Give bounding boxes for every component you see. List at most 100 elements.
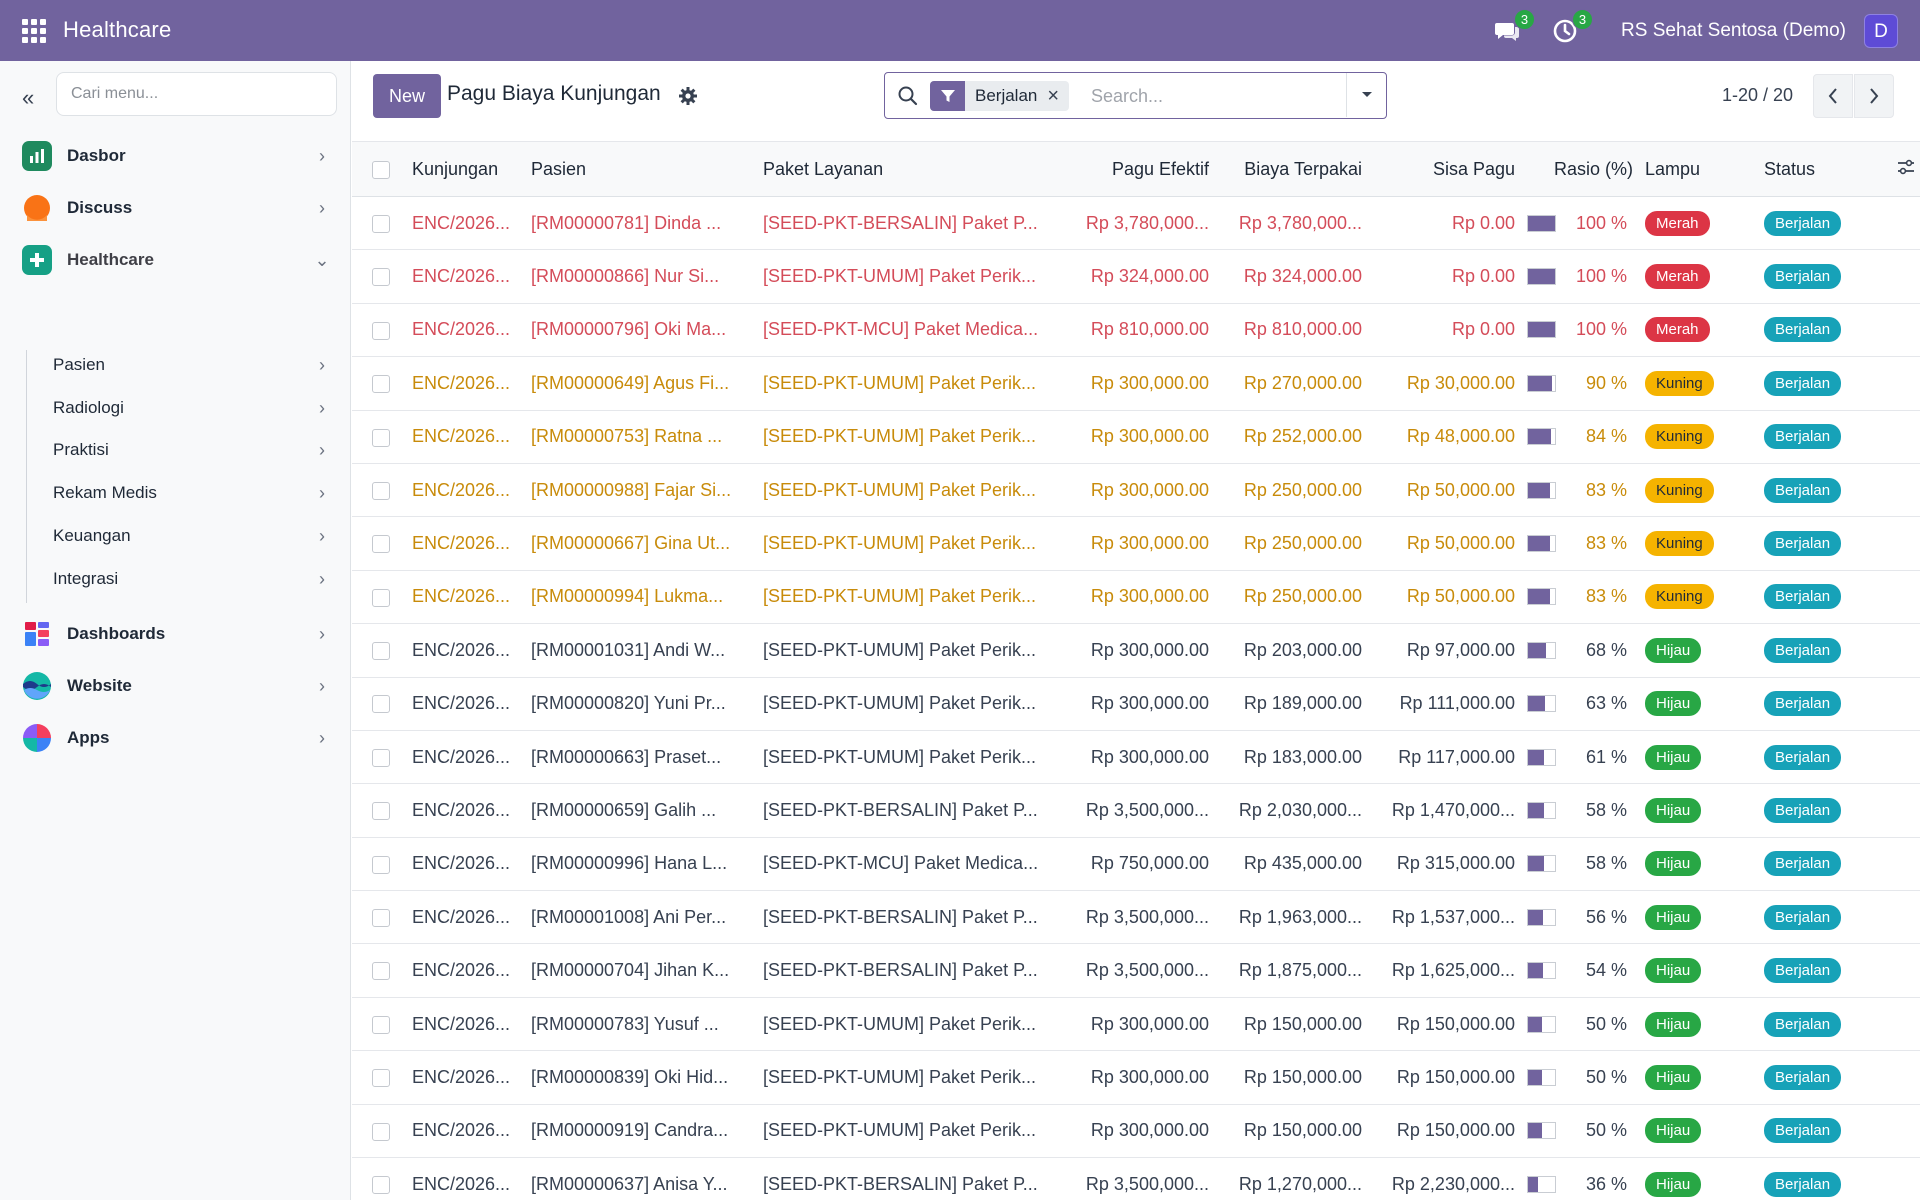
table-row[interactable]: ENC/2026... [RM00000663] Praset... [SEED-P… xyxy=(352,730,1920,784)
row-checkbox[interactable] xyxy=(372,588,390,607)
col-header-rasio[interactable]: Rasio (%) xyxy=(1521,142,1639,197)
col-header-sisa[interactable]: Sisa Pagu xyxy=(1368,142,1521,197)
company-switcher[interactable]: RS Sehat Sentosa (Demo) xyxy=(1621,20,1846,42)
table-row[interactable]: ENC/2026... [RM00000820] Yuni Pr... [SEED-… xyxy=(352,677,1920,731)
table-row[interactable]: ENC/2026... [RM00000704] Jihan K... [SEED-… xyxy=(352,944,1920,998)
cell-status: Berjalan xyxy=(1758,784,1890,837)
ratio-wrapper: 61 % xyxy=(1527,747,1633,768)
cell-biaya: Rp 1,270,000... xyxy=(1238,1173,1362,1194)
col-header-biaya[interactable]: Biaya Terpakai xyxy=(1215,142,1368,197)
col-header-pasien[interactable]: Pasien xyxy=(525,142,757,197)
app-grid-icon[interactable] xyxy=(22,19,46,43)
sidebar-subitem-integrasi[interactable]: Integrasi › xyxy=(53,561,332,597)
col-header-lampu[interactable]: Lampu xyxy=(1639,142,1758,197)
row-select-cell xyxy=(352,837,406,890)
cell-pagu: Rp 300,000.00 xyxy=(1090,693,1209,714)
cell-pasien: [RM00000659] Galih ... xyxy=(531,799,717,820)
search-options-toggle[interactable] xyxy=(1347,73,1386,117)
sidebar-item-label: Dashboards xyxy=(67,624,166,643)
cell-status: Berjalan xyxy=(1758,250,1890,303)
sidebar-subitem-radiologi[interactable]: Radiologi › xyxy=(53,390,332,426)
cell-pasien: [RM00000753] Ratna ... xyxy=(531,426,723,447)
row-checkbox[interactable] xyxy=(372,748,390,767)
table-row[interactable]: ENC/2026... [RM00000866] Nur Si... [SEED-P… xyxy=(352,250,1920,304)
col-header-status[interactable]: Status xyxy=(1758,142,1890,197)
sidebar-subitem-keuangan[interactable]: Keuangan › xyxy=(53,518,332,554)
select-all-checkbox[interactable] xyxy=(372,160,390,179)
new-record-button[interactable]: New xyxy=(373,74,441,118)
row-checkbox[interactable] xyxy=(372,1122,390,1141)
gear-icon[interactable] xyxy=(677,85,699,107)
sidebar-item-healthcare[interactable]: Healthcare ⌄ xyxy=(22,240,332,280)
sidebar-item-discuss[interactable]: Discuss › xyxy=(22,188,332,228)
chevron-right-icon: › xyxy=(319,568,325,589)
table-row[interactable]: ENC/2026... [RM00001008] Ani Per... [SEED-… xyxy=(352,891,1920,944)
row-checkbox[interactable] xyxy=(372,481,390,500)
sidebar-subitem-rekam-medis[interactable]: Rekam Medis › xyxy=(53,475,332,511)
cell-spacer xyxy=(1890,944,1920,997)
row-checkbox[interactable] xyxy=(372,695,390,714)
cell-rasio: 50 % xyxy=(1521,1051,1639,1104)
sidebar-subitem-pasien[interactable]: Pasien › xyxy=(53,347,332,383)
table-row[interactable]: ENC/2026... [RM00000996] Hana L... [SEED-P… xyxy=(352,837,1920,891)
row-checkbox[interactable] xyxy=(372,535,390,554)
col-header-paket[interactable]: Paket Layanan xyxy=(757,142,1062,197)
app-brand[interactable]: Healthcare xyxy=(63,17,171,43)
collapse-sidebar-icon[interactable]: « xyxy=(22,85,34,111)
sidebar-item-website[interactable]: Website › xyxy=(22,666,332,706)
row-checkbox[interactable] xyxy=(372,1175,390,1194)
cell-biaya: Rp 435,000.00 xyxy=(1243,853,1362,874)
table-row[interactable]: ENC/2026... [RM00000994] Lukma... [SEED-PK… xyxy=(352,570,1920,624)
row-checkbox[interactable] xyxy=(372,855,390,874)
table-row[interactable]: ENC/2026... [RM00000796] Oki Ma... [SEED-P… xyxy=(352,303,1920,357)
status-badge: Berjalan xyxy=(1764,744,1842,770)
table-row[interactable]: ENC/2026... [RM00000659] Galih ... [SEED-P… xyxy=(352,784,1920,838)
sidebar-item-apps[interactable]: Apps › xyxy=(22,718,332,758)
chat-icon[interactable]: 3 xyxy=(1493,8,1536,45)
table-row[interactable]: ENC/2026... [RM00000781] Dinda ... [SEED-P… xyxy=(352,197,1920,250)
cell-biaya: Rp 183,000.00 xyxy=(1243,746,1362,767)
table-row[interactable]: ENC/2026... [RM00000839] Oki Hid... [SEED-… xyxy=(352,1051,1920,1105)
pager-previous-button[interactable] xyxy=(1813,74,1853,118)
table-row[interactable]: ENC/2026... [RM00000667] Gina Ut... [SEED-… xyxy=(352,517,1920,571)
table-row[interactable]: ENC/2026... [RM00000637] Anisa Y... [SEED-… xyxy=(352,1158,1920,1200)
remove-facet-icon[interactable]: × xyxy=(1047,85,1069,108)
sidebar-item-dashboards[interactable]: Dashboards › xyxy=(22,614,332,654)
row-checkbox[interactable] xyxy=(372,909,390,928)
row-checkbox[interactable] xyxy=(372,375,390,394)
sidebar-subitem-praktisi[interactable]: Praktisi › xyxy=(53,432,332,468)
optional-columns-toggle[interactable] xyxy=(1890,142,1920,197)
row-checkbox[interactable] xyxy=(372,1069,390,1088)
cell-lampu: Hijau xyxy=(1639,1158,1758,1200)
row-checkbox[interactable] xyxy=(372,321,390,340)
cell-pasien: [RM00000839] Oki Hid... xyxy=(531,1066,729,1087)
cell-pasien: [RM00000649] Agus Fi... xyxy=(531,372,730,393)
row-checkbox[interactable] xyxy=(372,962,390,981)
user-avatar[interactable]: D xyxy=(1864,13,1898,48)
col-header-kunjungan[interactable]: Kunjungan xyxy=(406,142,525,197)
cell-pagu: Rp 300,000.00 xyxy=(1090,586,1209,607)
table-row[interactable]: ENC/2026... [RM00000919] Candra... [SEED-P… xyxy=(352,1104,1920,1158)
ratio-wrapper: 50 % xyxy=(1527,1120,1633,1141)
status-badge: Berjalan xyxy=(1764,904,1842,930)
col-header-pagu[interactable]: Pagu Efektif xyxy=(1062,142,1215,197)
pager-value[interactable]: 1-20 / 20 xyxy=(1722,85,1793,106)
activity-clock-icon[interactable]: 3 xyxy=(1551,8,1594,45)
row-checkbox[interactable] xyxy=(372,802,390,821)
search-input[interactable] xyxy=(1091,81,1341,111)
pager-next-button[interactable] xyxy=(1854,74,1894,118)
cell-lampu: Hijau xyxy=(1639,1051,1758,1104)
row-checkbox[interactable] xyxy=(372,214,390,233)
ratio-progress-fill xyxy=(1528,536,1550,552)
menu-search-input[interactable] xyxy=(56,72,337,116)
table-row[interactable]: ENC/2026... [RM00000649] Agus Fi... [SEED-… xyxy=(352,357,1920,411)
table-row[interactable]: ENC/2026... [RM00000783] Yusuf ... [SEED-P… xyxy=(352,997,1920,1051)
row-checkbox[interactable] xyxy=(372,268,390,287)
row-checkbox[interactable] xyxy=(372,642,390,661)
table-row[interactable]: ENC/2026... [RM00000753] Ratna ... [SEED-P… xyxy=(352,410,1920,464)
table-row[interactable]: ENC/2026... [RM00001031] Andi W... [SEED-P… xyxy=(352,624,1920,678)
row-checkbox[interactable] xyxy=(372,1015,390,1034)
sidebar-item-dasbor[interactable]: Dasbor › xyxy=(22,136,332,176)
table-row[interactable]: ENC/2026... [RM00000988] Fajar Si... [SEED… xyxy=(352,463,1920,517)
row-checkbox[interactable] xyxy=(372,428,390,447)
